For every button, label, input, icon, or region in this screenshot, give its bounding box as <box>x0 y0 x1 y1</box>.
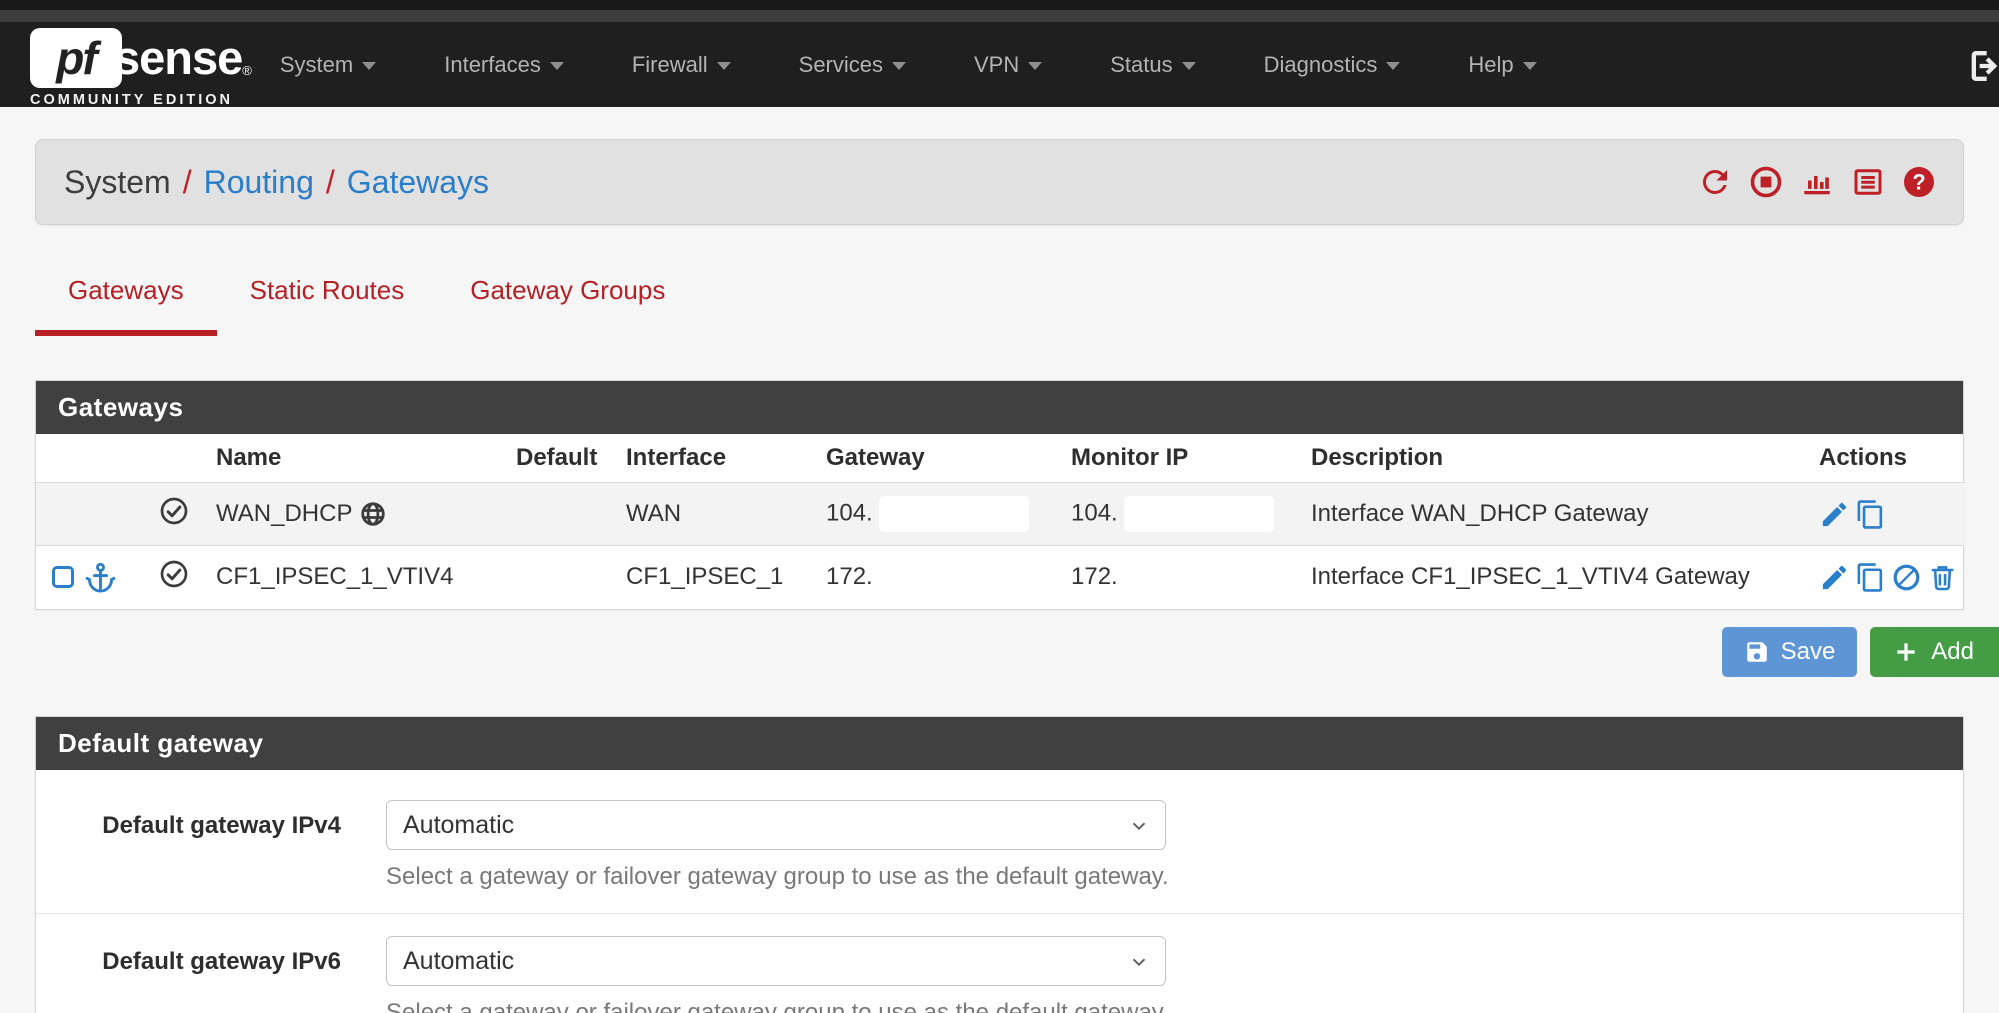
gateway-name: CF1_IPSEC_1_VTIV4 <box>216 546 516 609</box>
default-gateway-ipv4-select[interactable]: Automatic <box>386 800 1166 850</box>
tab-gateways[interactable]: Gateways <box>35 271 217 336</box>
default-gateway-globe-icon <box>359 500 387 528</box>
gateway-interface: CF1_IPSEC_1 <box>626 546 826 609</box>
gateway-address: 104. <box>826 499 873 526</box>
edit-icon[interactable] <box>1819 499 1850 530</box>
monitor-chart-icon[interactable] <box>1799 164 1835 200</box>
table-header-row: Name Default Interface Gateway Monitor I… <box>36 434 1964 483</box>
edit-icon[interactable] <box>1819 562 1850 593</box>
disable-icon[interactable] <box>1891 562 1922 593</box>
pfsense-logo-sense: sense <box>114 30 242 85</box>
breadcrumb-section: System <box>64 164 171 201</box>
tab-gateway-groups[interactable]: Gateway Groups <box>437 271 698 336</box>
gateway-interface: WAN <box>626 483 826 546</box>
routing-tabs: Gateways Static Routes Gateway Groups <box>35 271 1964 336</box>
chevron-down-icon <box>1386 62 1400 70</box>
col-interface: Interface <box>626 434 826 483</box>
gateway-online-icon <box>158 558 190 590</box>
menu-system[interactable]: System <box>274 42 382 88</box>
gateways-panel: Gateways Name Default Interface Gateway … <box>35 380 1964 610</box>
community-edition-tagline: COMMUNITY EDITION <box>30 92 252 108</box>
monitor-ip: 104. <box>1071 499 1118 526</box>
pfsense-logo-pf: pf <box>56 31 95 85</box>
tab-static-routes[interactable]: Static Routes <box>217 271 438 336</box>
gateway-address: 172. <box>826 546 1071 609</box>
breadcrumb-bar: System / Routing / Gateways <box>35 139 1964 225</box>
col-monitor-ip: Monitor IP <box>1071 434 1311 483</box>
refresh-icon[interactable] <box>1697 164 1733 200</box>
default-gateway-panel: Default gateway Default gateway IPv4 Aut… <box>35 716 1964 1013</box>
breadcrumb-separator: / <box>183 164 192 201</box>
breadcrumb: System / Routing / Gateways <box>64 164 489 201</box>
default-gateway-ipv6-help: Select a gateway or failover gateway gro… <box>386 999 1169 1013</box>
chevron-down-icon <box>1028 62 1042 70</box>
top-navbar: pf sense ® COMMUNITY EDITION System Inte… <box>0 22 1999 107</box>
sign-out-icon[interactable] <box>1965 46 1999 91</box>
gateways-panel-title: Gateways <box>36 381 1963 434</box>
menu-services[interactable]: Services <box>793 42 912 88</box>
save-button[interactable]: Save <box>1722 627 1858 677</box>
default-gateway-ipv6-select[interactable]: Automatic <box>386 936 1166 986</box>
menu-vpn[interactable]: VPN <box>968 42 1048 88</box>
default-gateway-ipv6-label: Default gateway IPv6 <box>36 936 341 1013</box>
pfsense-logo: pf sense ® COMMUNITY EDITION <box>30 28 252 108</box>
breadcrumb-separator: / <box>326 164 335 201</box>
gateway-name: WAN_DHCP <box>216 500 352 528</box>
log-list-icon[interactable] <box>1850 164 1886 200</box>
gateway-description: Interface CF1_IPSEC_1_VTIV4 Gateway <box>1311 546 1819 609</box>
main-menu: System Interfaces Firewall Services VPN … <box>274 42 1543 88</box>
monitor-ip: 172. <box>1071 546 1311 609</box>
menu-status[interactable]: Status <box>1104 42 1201 88</box>
col-actions: Actions <box>1819 434 1964 483</box>
menu-help[interactable]: Help <box>1462 42 1542 88</box>
default-gateway-panel-title: Default gateway <box>36 717 1963 770</box>
gateways-table: Name Default Interface Gateway Monitor I… <box>36 434 1964 609</box>
save-floppy-icon <box>1744 639 1770 665</box>
delete-icon[interactable] <box>1927 562 1958 593</box>
chevron-down-icon <box>550 62 564 70</box>
gateway-online-icon <box>158 495 190 527</box>
registered-mark: ® <box>242 63 252 78</box>
default-gateway-ipv4-group: Default gateway IPv4 Automatic Select a … <box>36 788 1963 914</box>
default-gateway-ipv6-group: Default gateway IPv6 Automatic Select a … <box>36 914 1963 1013</box>
add-button[interactable]: Add <box>1870 627 1999 677</box>
window-chrome-strip-light <box>0 10 1999 22</box>
menu-firewall[interactable]: Firewall <box>626 42 737 88</box>
col-gateway: Gateway <box>826 434 1071 483</box>
breadcrumb-link-routing[interactable]: Routing <box>204 164 314 201</box>
copy-icon[interactable] <box>1855 499 1886 530</box>
col-description: Description <box>1311 434 1819 483</box>
copy-icon[interactable] <box>1855 562 1886 593</box>
svg-text:?: ? <box>1912 170 1925 195</box>
help-icon[interactable]: ? <box>1901 164 1937 200</box>
row-checkbox[interactable] <box>52 566 74 588</box>
page-action-icons: ? <box>1697 164 1937 200</box>
table-row: WAN_DHCP WAN 104. 104. Interface <box>36 483 1964 546</box>
redacted-value <box>879 496 1029 532</box>
menu-interfaces[interactable]: Interfaces <box>438 42 570 88</box>
window-chrome-strip <box>0 0 1999 10</box>
col-name: Name <box>216 434 516 483</box>
redacted-value <box>1124 496 1274 532</box>
anchor-icon <box>84 561 117 594</box>
col-default: Default <box>516 434 626 483</box>
chevron-down-icon <box>362 62 376 70</box>
chevron-down-icon <box>892 62 906 70</box>
breadcrumb-link-gateways[interactable]: Gateways <box>347 164 489 201</box>
menu-diagnostics[interactable]: Diagnostics <box>1258 42 1407 88</box>
plus-icon <box>1892 638 1920 666</box>
chevron-down-icon <box>1523 62 1537 70</box>
table-row: CF1_IPSEC_1_VTIV4 CF1_IPSEC_1 172. 172. … <box>36 546 1964 609</box>
chevron-down-icon <box>717 62 731 70</box>
gateway-description: Interface WAN_DHCP Gateway <box>1311 483 1819 546</box>
actions-bar: Save Add <box>35 627 1964 677</box>
stop-icon[interactable] <box>1748 164 1784 200</box>
default-gateway-ipv4-label: Default gateway IPv4 <box>36 800 341 891</box>
pfsense-logo-pf-box: pf <box>30 28 122 88</box>
default-gateway-ipv4-help: Select a gateway or failover gateway gro… <box>386 863 1169 891</box>
chevron-down-icon <box>1182 62 1196 70</box>
